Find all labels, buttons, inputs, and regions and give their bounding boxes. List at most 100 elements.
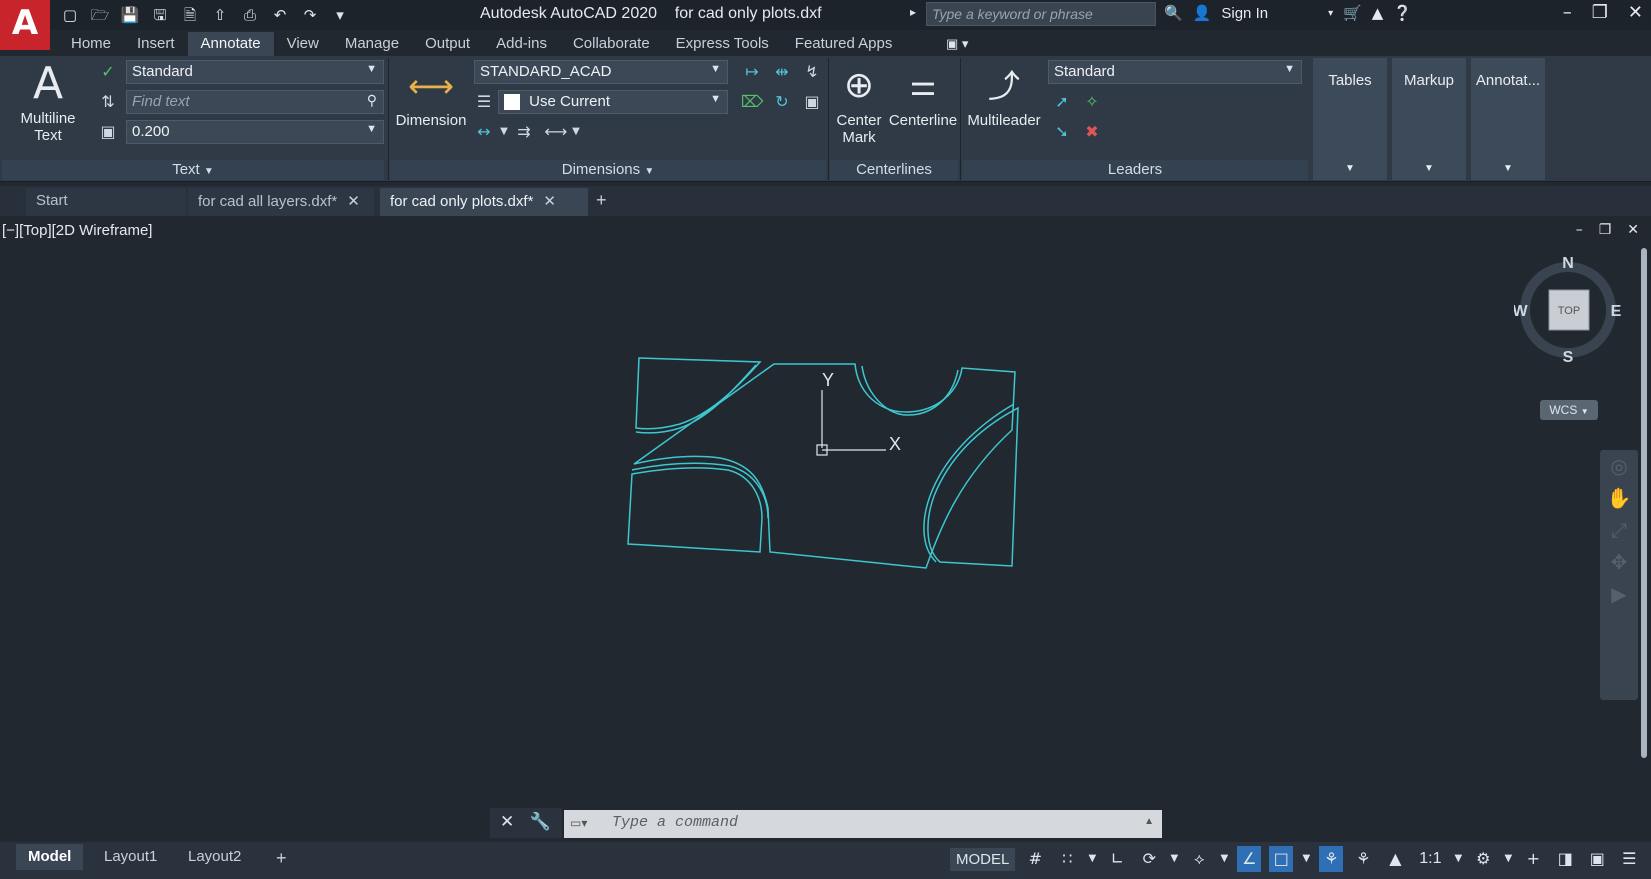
adjust-space-icon[interactable]: ⌦ — [740, 90, 764, 114]
find-replace-icon[interactable]: ⇅ — [96, 90, 120, 114]
text-panel-title[interactable]: Text ▼ — [2, 160, 384, 180]
tab-output[interactable]: Output — [412, 32, 483, 56]
tab-express-tools[interactable]: Express Tools — [663, 32, 782, 56]
tab-featured-apps[interactable]: Featured Apps — [782, 32, 906, 56]
application-menu-button[interactable]: A — [0, 0, 50, 50]
oblique-icon[interactable]: ⇉ — [512, 120, 536, 144]
dimension-style-select[interactable]: STANDARD_ACAD ▼ — [474, 60, 728, 84]
wcs-menu[interactable]: WCS ▼ — [1540, 400, 1598, 420]
binoculars-icon[interactable]: 🔍 — [1164, 4, 1183, 22]
customization-menu-icon[interactable]: ☰ — [1617, 846, 1641, 872]
centerline-button[interactable]: ⚌ Centerline — [886, 60, 960, 129]
wrench-icon[interactable]: 🔧 — [530, 812, 551, 832]
center-mark-button[interactable]: ⊕ Center Mark — [830, 60, 888, 146]
tab-collaborate[interactable]: Collaborate — [560, 32, 663, 56]
user-icon[interactable]: 👤 — [1193, 4, 1212, 22]
annotation-monitor-icon[interactable]: + — [1521, 846, 1545, 872]
dimension-layer-select[interactable]: Use Current ▼ — [498, 90, 728, 114]
help-icon[interactable]: ❔ — [1393, 4, 1412, 22]
save-icon[interactable]: 💾 — [118, 4, 142, 26]
chevron-down-icon[interactable]: ▼ — [1087, 846, 1097, 872]
tab-manage[interactable]: Manage — [332, 32, 412, 56]
annotation-visibility-icon[interactable]: ⚘ — [1319, 846, 1344, 872]
remove-leader-icon[interactable]: ➘ — [1050, 120, 1074, 144]
tables-panel-button[interactable]: Tables ▼ — [1313, 58, 1387, 180]
compass-north[interactable]: N — [1562, 256, 1574, 272]
dimension-button[interactable]: ⟷ Dimension — [392, 60, 470, 129]
tab-only-plots[interactable]: for cad only plots.dxf* ✕ — [380, 188, 588, 216]
multileader-button[interactable]: ⤴ Multileader — [962, 60, 1046, 129]
restore-icon[interactable]: ❐ — [1592, 2, 1608, 23]
ribbon-display-toggle-icon[interactable]: ▣ ▾ — [946, 36, 968, 52]
annotation-scaling-panel-button[interactable]: Annotat... ▼ — [1471, 58, 1545, 180]
text-height-select[interactable]: 0.200 ▼ — [126, 120, 384, 144]
markup-panel-button[interactable]: Markup ▼ — [1392, 58, 1466, 180]
isodraft-icon[interactable]: ⟡ — [1187, 846, 1211, 872]
viewcube-top-face[interactable]: TOP — [1558, 305, 1580, 317]
undo-icon[interactable]: ↶ — [268, 4, 292, 26]
close-icon[interactable]: ✕ — [543, 192, 556, 210]
compass-west[interactable]: W — [1514, 303, 1528, 320]
new-tab-icon[interactable]: + — [596, 190, 607, 211]
cart-icon[interactable]: 🛒 — [1343, 4, 1362, 22]
viewcube[interactable]: TOP N S E W — [1514, 256, 1622, 364]
workspace-gear-icon[interactable]: ⚙ — [1471, 846, 1495, 872]
zoom-extents-icon[interactable]: ⤢ — [1600, 514, 1638, 546]
customize-qat-icon[interactable]: ▾ — [328, 4, 352, 26]
compass-east[interactable]: E — [1611, 303, 1622, 320]
object-snap-icon[interactable]: □ — [1269, 846, 1294, 872]
close-icon[interactable]: ✕ — [1628, 2, 1643, 23]
chevron-down-icon[interactable]: ▼ — [564, 120, 588, 144]
print-icon[interactable]: ⎙ — [238, 4, 262, 26]
chevron-down-icon[interactable]: ▼ — [1301, 846, 1311, 872]
update-dimension-icon[interactable]: ↻ — [770, 90, 794, 114]
steering-wheel-icon[interactable]: ◎ — [1600, 450, 1638, 482]
tab-view[interactable]: View — [274, 32, 332, 56]
chevron-down-icon[interactable]: ▼ — [1503, 846, 1513, 872]
minimize-icon[interactable]: – — [1563, 2, 1572, 23]
polar-tracking-icon[interactable]: ⟳ — [1137, 846, 1161, 872]
command-input[interactable]: Type a command — [564, 810, 1162, 838]
share-icon[interactable]: ⇧ — [208, 4, 232, 26]
pan-hand-icon[interactable]: ✋ — [1600, 482, 1638, 514]
search-expand-icon[interactable]: ▸ — [910, 5, 916, 19]
export-icon[interactable]: 🗎 — [178, 4, 202, 26]
add-leader-icon[interactable]: ➚ — [1050, 90, 1074, 114]
object-snap-tracking-icon[interactable]: ∠ — [1237, 846, 1262, 872]
chevron-down-icon[interactable]: ▼ — [1453, 846, 1463, 872]
spell-check-icon[interactable]: ✓ — [96, 60, 120, 84]
drawing-viewport[interactable]: [−][Top][2D Wireframe] – ❐ ✕ Y X TOP N S — [0, 218, 1651, 840]
find-text-input[interactable]: Find text ⚲ — [126, 90, 384, 114]
multiline-text-button[interactable]: A Multiline Text — [6, 58, 90, 144]
showmotion-icon[interactable]: ▶ — [1600, 578, 1638, 610]
dimension-break-icon[interactable]: ↯ — [800, 60, 824, 84]
collect-leaders-icon[interactable]: ✖ — [1080, 120, 1104, 144]
add-layout-icon[interactable]: + — [264, 844, 299, 870]
command-history-icon[interactable]: ▲ — [1144, 816, 1154, 827]
annotation-scale-icon[interactable]: ▲ — [1383, 846, 1407, 872]
layout-tab-model[interactable]: Model — [16, 844, 84, 870]
tab-all-layers[interactable]: for cad all layers.dxf* ✕ — [188, 188, 374, 216]
sign-in-dropdown-icon[interactable]: ▾ — [1328, 8, 1333, 19]
snap-icon[interactable]: ∷ — [1055, 846, 1079, 872]
compass-south[interactable]: S — [1563, 349, 1574, 364]
quick-dimension-icon[interactable]: ↦ — [740, 60, 764, 84]
open-folder-icon[interactable]: 🗁 — [88, 4, 112, 26]
ortho-icon[interactable]: ∟ — [1105, 846, 1129, 872]
close-icon[interactable]: ✕ — [500, 812, 514, 832]
model-space-toggle[interactable]: MODEL — [950, 847, 1016, 871]
command-prompt-icon[interactable]: ▭▾ — [570, 816, 587, 830]
autodesk-app-icon[interactable]: ▲ — [1372, 4, 1384, 22]
tab-annotate[interactable]: Annotate — [187, 32, 274, 56]
chevron-down-icon[interactable]: ▼ — [1169, 846, 1179, 872]
multileader-style-select[interactable]: Standard ▼ — [1048, 60, 1302, 84]
grid-icon[interactable]: # — [1023, 846, 1047, 872]
tab-home[interactable]: Home — [58, 32, 124, 56]
tab-insert[interactable]: Insert — [124, 32, 188, 56]
new-file-icon[interactable]: ▢ — [58, 4, 82, 26]
clean-screen-icon[interactable]: ▣ — [1585, 846, 1609, 872]
layout-tab-layout1[interactable]: Layout1 — [92, 844, 169, 870]
annotation-scale-value[interactable]: 1:1 — [1415, 846, 1445, 872]
align-leaders-icon[interactable]: ✧ — [1080, 90, 1104, 114]
isolate-objects-icon[interactable]: ◨ — [1553, 846, 1577, 872]
